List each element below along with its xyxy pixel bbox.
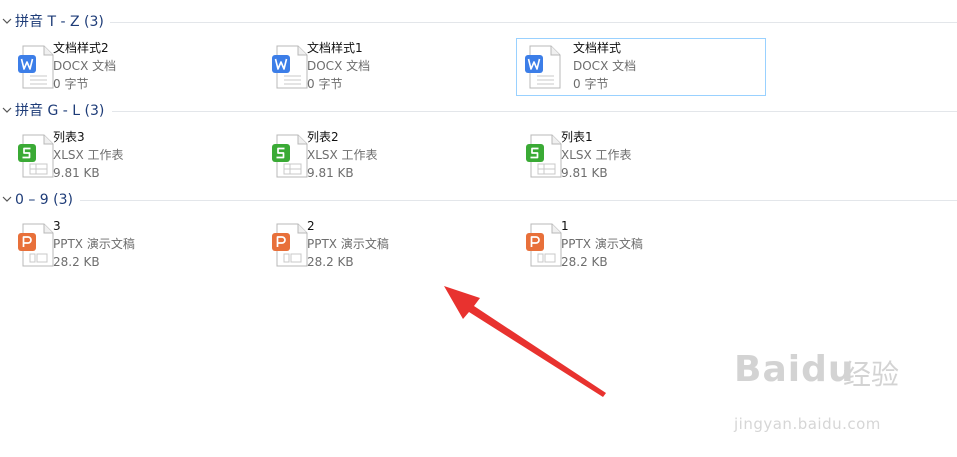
group-header-t-z[interactable]: 拼音 T - Z (3) xyxy=(0,13,957,31)
chevron-down-icon[interactable] xyxy=(2,17,12,25)
file-type: PPTX 演示文稿 xyxy=(561,237,643,251)
file-size: 28.2 KB xyxy=(307,255,354,269)
excel-sheet-icon xyxy=(526,134,562,178)
word-doc-icon xyxy=(18,45,54,89)
file-item-xlsx[interactable]: 列表2 XLSX 工作表 9.81 KB xyxy=(258,127,508,185)
file-type: DOCX 文档 xyxy=(573,59,637,73)
group-title: 拼音 G - L (3) xyxy=(15,103,105,119)
group-divider xyxy=(80,200,957,201)
baidu-jingyan-watermark: Baidu 经验 jingyan.baidu.com xyxy=(728,345,928,445)
file-name: 文档样式 xyxy=(573,41,622,55)
file-size: 28.2 KB xyxy=(53,255,100,269)
file-item-pptx[interactable]: 1 PPTX 演示文稿 28.2 KB xyxy=(512,216,762,274)
group-header-0-9[interactable]: 0 – 9 (3) xyxy=(0,191,957,209)
group-divider xyxy=(112,111,957,112)
watermark-logo-text: Baidu xyxy=(734,349,855,390)
file-name: 3 xyxy=(53,219,61,233)
ppt-presentation-icon xyxy=(18,223,54,267)
file-type: DOCX 文档 xyxy=(53,59,117,73)
ppt-presentation-icon xyxy=(526,223,562,267)
file-item-docx[interactable]: 文档样式2 DOCX 文档 0 字节 xyxy=(4,38,254,96)
file-name: 2 xyxy=(307,219,315,233)
file-size: 9.81 KB xyxy=(561,166,608,180)
file-item-pptx[interactable]: 3 PPTX 演示文稿 28.2 KB xyxy=(4,216,254,274)
word-doc-icon xyxy=(525,45,561,89)
file-item-xlsx[interactable]: 列表3 XLSX 工作表 9.81 KB xyxy=(4,127,254,185)
file-type: XLSX 工作表 xyxy=(561,148,632,162)
file-type: PPTX 演示文稿 xyxy=(307,237,389,251)
file-type: XLSX 工作表 xyxy=(307,148,378,162)
file-size: 9.81 KB xyxy=(53,166,100,180)
file-size: 9.81 KB xyxy=(307,166,354,180)
ppt-presentation-icon xyxy=(272,223,308,267)
file-name: 文档样式2 xyxy=(53,41,109,55)
excel-sheet-icon xyxy=(272,134,308,178)
file-name: 列表2 xyxy=(307,130,339,144)
chevron-down-icon[interactable] xyxy=(2,106,12,114)
file-name: 列表1 xyxy=(561,130,593,144)
excel-sheet-icon xyxy=(18,134,54,178)
file-size: 0 字节 xyxy=(573,77,609,91)
word-doc-icon xyxy=(272,45,308,89)
file-name: 文档样式1 xyxy=(307,41,363,55)
group-title: 0 – 9 (3) xyxy=(15,192,73,208)
file-type: XLSX 工作表 xyxy=(53,148,124,162)
watermark-url: jingyan.baidu.com xyxy=(734,415,881,433)
group-divider xyxy=(110,22,957,23)
group-title: 拼音 T - Z (3) xyxy=(15,14,104,30)
file-item-pptx[interactable]: 2 PPTX 演示文稿 28.2 KB xyxy=(258,216,508,274)
file-item-docx-selected[interactable]: 文档样式 DOCX 文档 0 字节 xyxy=(516,38,766,96)
file-item-docx[interactable]: 文档样式1 DOCX 文档 0 字节 xyxy=(258,38,508,96)
file-item-xlsx[interactable]: 列表1 XLSX 工作表 9.81 KB xyxy=(512,127,762,185)
file-type: DOCX 文档 xyxy=(307,59,371,73)
file-size: 0 字节 xyxy=(307,77,343,91)
file-size: 28.2 KB xyxy=(561,255,608,269)
file-name: 列表3 xyxy=(53,130,85,144)
watermark-brand-cn: 经验 xyxy=(843,358,900,391)
file-size: 0 字节 xyxy=(53,77,89,91)
file-name: 1 xyxy=(561,219,569,233)
group-header-g-l[interactable]: 拼音 G - L (3) xyxy=(0,102,957,120)
file-type: PPTX 演示文稿 xyxy=(53,237,135,251)
chevron-down-icon[interactable] xyxy=(2,195,12,203)
